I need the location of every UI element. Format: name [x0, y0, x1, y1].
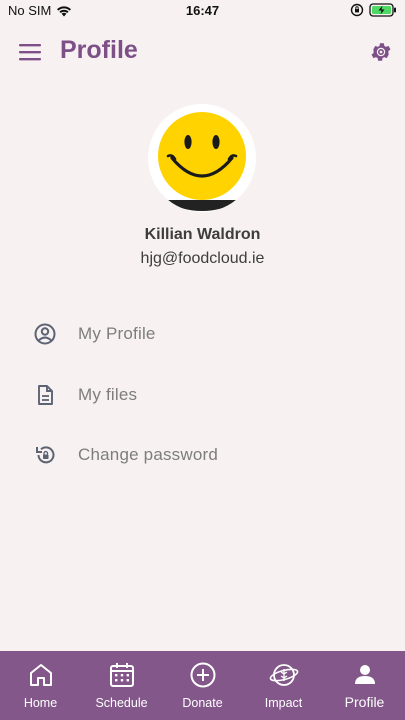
gear-icon[interactable]: [369, 40, 393, 64]
menu-item-label: My Profile: [78, 324, 156, 343]
app-header: Profile: [0, 28, 405, 78]
nav-label: Impact: [264, 696, 303, 710]
menu-item-my-files[interactable]: My files: [0, 370, 405, 420]
home-icon: [29, 664, 52, 686]
nav-item-schedule[interactable]: Schedule: [81, 651, 162, 720]
nav-label: Profile: [344, 694, 385, 710]
status-time: 16:47: [185, 3, 220, 18]
orientation-lock-icon: [350, 3, 364, 17]
nav-label: Donate: [182, 696, 223, 710]
planet-icon: [269, 664, 298, 686]
bottom-nav: Home Schedule Donate Impact Profile: [0, 651, 405, 720]
user-email: hjg@foodcloud.ie: [140, 250, 265, 267]
lock-reset-icon: [36, 446, 55, 464]
calendar-icon: [109, 663, 134, 687]
plus-circle-icon: [190, 662, 215, 688]
nav-label: Schedule: [95, 696, 148, 710]
hamburger-menu-icon[interactable]: [18, 41, 42, 63]
nav-item-impact[interactable]: Impact: [243, 651, 324, 720]
nav-item-donate[interactable]: Donate: [162, 651, 243, 720]
status-bar: No SIM 16:47: [0, 0, 405, 22]
battery-charging-icon: [369, 3, 396, 17]
menu-item-label: My files: [78, 385, 138, 404]
status-right: [350, 3, 397, 17]
nav-item-profile[interactable]: Profile: [324, 651, 405, 720]
nav-label: Home: [23, 696, 58, 710]
avatar[interactable]: [148, 104, 256, 212]
smiley-face-image: [158, 112, 246, 211]
nav-item-home[interactable]: Home: [0, 651, 81, 720]
menu-item-change-password[interactable]: Change password: [0, 430, 405, 480]
menu-item-label: Change password: [78, 445, 219, 464]
document-icon: [38, 385, 53, 405]
person-icon: [354, 665, 375, 684]
account-circle-icon: [34, 323, 56, 345]
menu-item-my-profile[interactable]: My Profile: [0, 309, 405, 359]
user-name: Killian Waldron: [144, 226, 261, 243]
page-title: Profile: [60, 36, 138, 64]
